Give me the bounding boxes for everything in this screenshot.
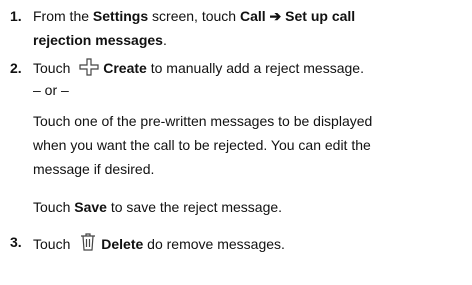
step-2-create: Create (103, 60, 147, 76)
step-2-para-line-2: when you want the call to be rejected. Y… (33, 137, 371, 153)
step-2-number: 2. (10, 60, 22, 76)
step-2-save-line: Touch Save to save the reject message. (33, 197, 282, 218)
plus-grid-icon (78, 58, 100, 82)
step-2-save-prefix: Touch (33, 199, 75, 215)
step-1-path-part1: Call ➔ Set up call (239, 8, 356, 24)
step-3-delete: Delete (101, 236, 144, 252)
step-1-line-2: rejection messages. (33, 30, 167, 51)
step-2-touch: Touch (33, 60, 75, 76)
step-1-path-part2: rejection messages (33, 32, 163, 48)
step-1-line-1: From the Settings screen, touch Call ➔ S… (33, 6, 355, 27)
step-1-number: 1. (10, 8, 22, 24)
step-1-middle: screen, touch (148, 8, 240, 24)
step-2-line-1: Touch Create to manually add a reject me… (33, 58, 364, 82)
step-2-para-line-3: message if desired. (33, 161, 155, 177)
trash-icon (78, 232, 98, 258)
step-3-touch: Touch (33, 236, 75, 252)
step-1-settings: Settings (92, 8, 149, 24)
step-2-para-line-1: Touch one of the pre-written messages to… (33, 113, 373, 129)
step-1-end: . (162, 32, 167, 48)
step-3-number: 3. (10, 234, 22, 250)
step-3-line: Touch Delete do remove messages. (33, 232, 285, 258)
step-2-rest: to manually add a reject message. (146, 60, 364, 76)
instruction-page: 1. From the Settings screen, touch Call … (0, 0, 472, 285)
step-2-save-rest: to save the reject message. (106, 199, 283, 215)
step-1-prefix: From the (33, 8, 93, 24)
step-3-rest: do remove messages. (143, 236, 285, 252)
step-2-save: Save (74, 199, 107, 215)
step-2-or: – or – (33, 82, 69, 98)
